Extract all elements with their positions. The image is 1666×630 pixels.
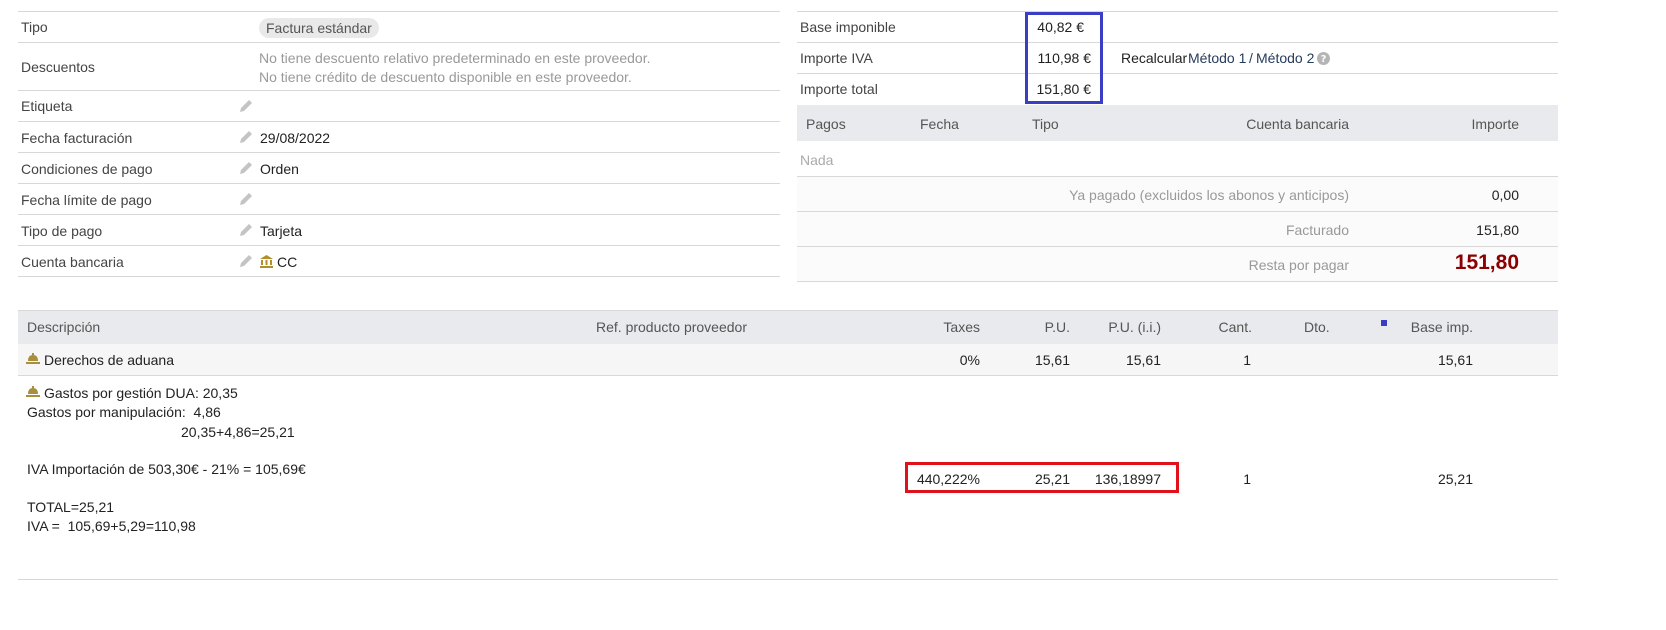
payment-terms-value: Orden [260,161,299,177]
discount-note-relative: No tiene descuento relativo predetermina… [259,50,651,66]
field-label-descuentos: Descuentos [21,59,95,75]
paid-value: 0,00 [1491,187,1519,203]
line-2-desc-line: TOTAL=25,21 [27,499,115,515]
line-2-desc-line: Gastos por gestión DUA: 20,35 [44,385,238,401]
column-selector-icon[interactable] [1381,320,1387,326]
line-1-description[interactable]: Derechos de aduana [44,352,174,368]
paid-label: Ya pagado (excluidos los abonos y antici… [1069,187,1349,203]
field-label-tipo: Tipo [21,19,48,35]
line-2-desc-line: IVA Importación de 503,30€ - 21% = 105,6… [27,461,306,477]
discount-note-credit: No tiene crédito de descuento disponible… [259,69,632,85]
line-1-qty: 1 [1243,352,1251,368]
remaining-value: 151,80 [1454,251,1519,274]
tax-price-highlight-box [905,462,1179,493]
no-payments-text: Nada [800,152,834,168]
base-imponible-label: Base imponible [800,19,896,35]
lines-header-desc: Descripción [27,319,101,335]
line-1-base: 15,61 [1437,352,1473,368]
method-separator: / [1249,50,1253,66]
service-icon [26,353,40,364]
edit-pencil-icon[interactable] [238,129,254,145]
svg-text:?: ? [1321,54,1327,65]
payments-header-tipo: Tipo [1032,116,1059,132]
line-2-desc-line: IVA = 105,69+5,29=110,98 [27,518,196,534]
table-row[interactable] [18,344,1558,375]
bank-icon [260,255,273,268]
lines-header-pu: P.U. [1044,319,1070,335]
recalc-label: Recalcular [1121,50,1188,66]
line-1-pu: 15,61 [1034,352,1070,368]
billed-label: Facturado [1285,222,1349,238]
service-icon [26,386,40,397]
edit-pencil-icon[interactable] [238,191,254,207]
payments-header-cuenta: Cuenta bancaria [1246,116,1349,132]
line-2-base: 25,21 [1437,471,1473,487]
field-label-fecha-limite: Fecha límite de pago [21,192,152,208]
lines-header-taxes: Taxes [943,319,980,335]
field-label-cuenta-bancaria: Cuenta bancaria [21,254,124,270]
payment-type-value: Tarjeta [260,223,303,239]
payments-header-pagos: Pagos [806,116,846,132]
help-icon[interactable]: ? [1317,52,1330,65]
edit-pencil-icon[interactable] [238,253,254,269]
line-1-taxes: 0% [959,352,980,368]
payments-header-importe: Importe [1471,116,1519,132]
payments-header-fecha: Fecha [920,116,959,132]
remaining-label: Resta por pagar [1248,257,1349,273]
field-label-condiciones-pago: Condiciones de pago [21,161,153,177]
bank-account-value[interactable]: CC [277,254,297,270]
method-2-link[interactable]: Método 2 [1256,50,1314,66]
importe-iva-label: Importe IVA [800,50,873,66]
lines-header-qty: Cant. [1218,319,1252,335]
line-2-desc-line: Gastos por manipulación: 4,86 [27,404,221,420]
billed-value: 151,80 [1476,222,1519,238]
line-2-qty: 1 [1243,471,1251,487]
lines-header-ref: Ref. producto proveedor [596,319,747,335]
amounts-highlight-box [1025,12,1103,104]
field-label-fecha-facturacion: Fecha facturación [21,130,133,146]
edit-pencil-icon[interactable] [238,222,254,238]
edit-pencil-icon[interactable] [238,160,254,176]
lines-header-base: Base imp. [1410,319,1473,335]
lines-header-dto: Dto. [1304,319,1330,335]
field-label-tipo-pago: Tipo de pago [21,223,103,239]
edit-pencil-icon[interactable] [238,98,254,114]
lines-header-pu-ii: P.U. (i.i.) [1108,319,1161,335]
field-label-etiqueta: Etiqueta [21,98,73,114]
line-1-pu-ii: 15,61 [1125,352,1161,368]
importe-total-label: Importe total [800,81,878,97]
line-2-desc-line: 20,35+4,86=25,21 [181,424,295,440]
method-1-link[interactable]: Método 1 [1188,50,1246,66]
type-badge: Factura estándar [259,18,379,38]
invoice-date-value: 29/08/2022 [260,130,331,146]
